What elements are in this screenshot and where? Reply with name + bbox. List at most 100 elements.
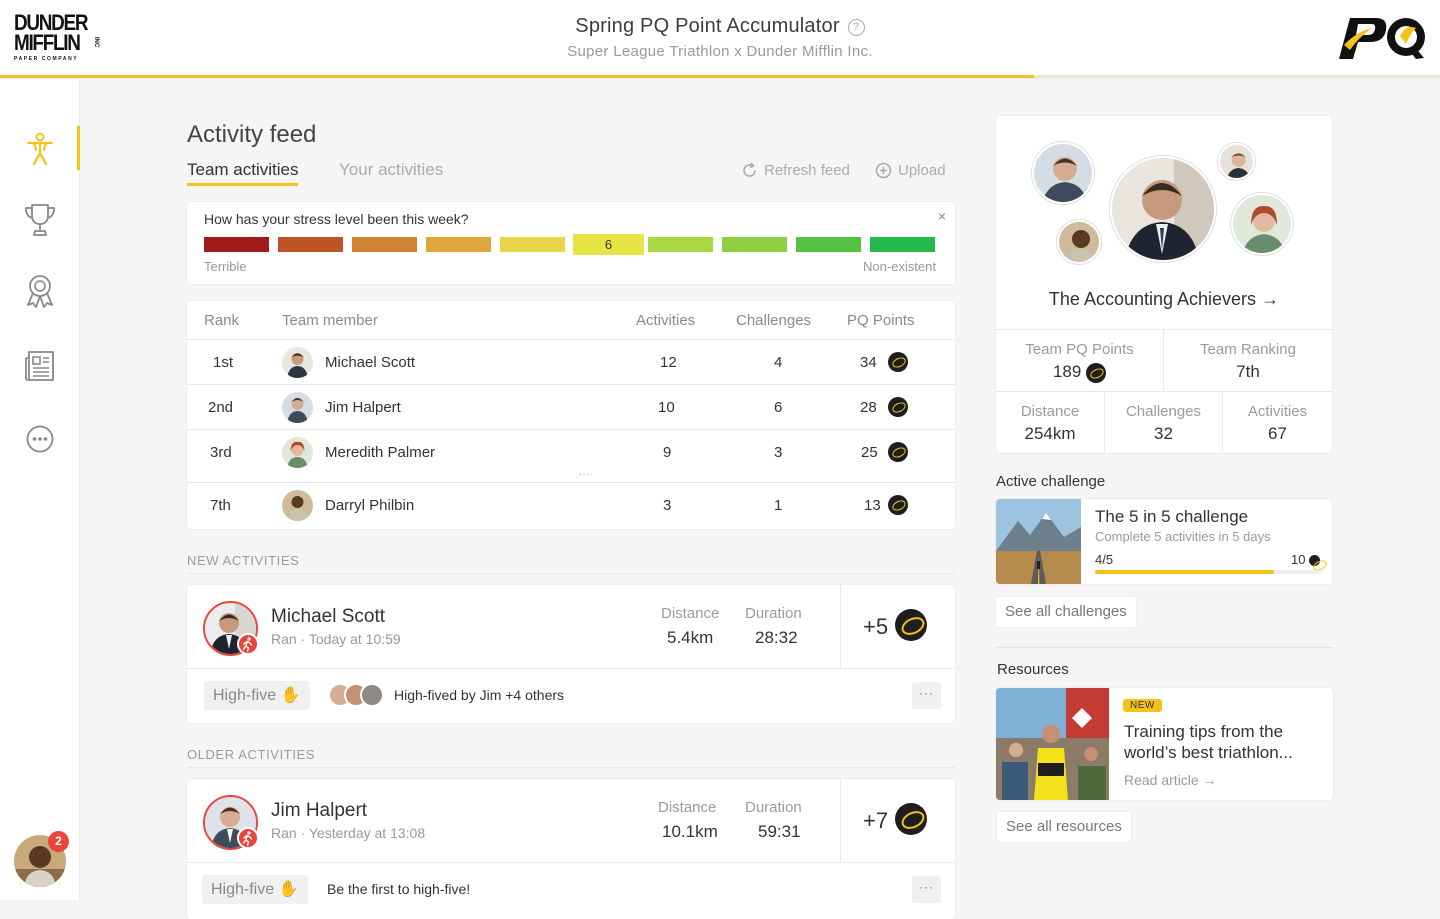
- team-member-avatar[interactable]: [1218, 143, 1255, 180]
- high-five-button[interactable]: High-five ✋: [204, 681, 310, 710]
- stress-option-2[interactable]: [278, 237, 343, 252]
- header-activities: Activities: [636, 312, 696, 329]
- challenge-card[interactable]: The 5 in 5 challenge Complete 5 activiti…: [996, 499, 1332, 584]
- table-row[interactable]: 7th Darryl Philbin 3 1 13: [187, 482, 955, 527]
- team-pq-points: Team PQ Points 189: [996, 329, 1164, 391]
- activities-count: 10: [658, 399, 675, 416]
- hand-icon: ✋: [278, 881, 299, 898]
- table-row[interactable]: 3rd Meredith Palmer 9 3 25: [187, 429, 955, 474]
- tab-team-activities[interactable]: Team activities: [187, 160, 299, 186]
- challenge-description: Complete 5 activities in 5 days: [1095, 529, 1271, 544]
- app-header: DUNDER MIFFLIN INC PAPER COMPANY Spring …: [0, 0, 1440, 79]
- stress-scale: 6: [204, 234, 937, 256]
- sidebar-item-more[interactable]: [0, 416, 80, 462]
- stress-option-1[interactable]: [204, 237, 269, 252]
- header-challenges: Challenges: [736, 312, 812, 329]
- running-icon: [237, 633, 259, 655]
- activity-user-name[interactable]: Jim Halpert: [271, 800, 367, 822]
- team-leaderboard: Rank Team member Activities Challenges P…: [187, 301, 955, 529]
- member-name: Jim Halpert: [325, 399, 401, 416]
- challenges-count: 3: [774, 444, 783, 461]
- header-progress-fill: [0, 75, 1034, 78]
- sidebar-item-awards[interactable]: [0, 268, 80, 314]
- activities-count: 12: [660, 354, 677, 371]
- high-five-avatars[interactable]: [327, 682, 387, 708]
- upload-button[interactable]: Upload: [875, 162, 946, 179]
- see-all-resources-button[interactable]: See all resources: [997, 812, 1131, 842]
- member-name: Meredith Palmer: [325, 444, 436, 461]
- tab-your-activities[interactable]: Your activities: [339, 160, 443, 180]
- stress-option-5[interactable]: [500, 237, 565, 252]
- running-icon: [237, 827, 259, 849]
- divider: [840, 585, 841, 668]
- resource-card[interactable]: NEW Training tips from the world’s best …: [996, 688, 1333, 800]
- plus-circle-icon: [875, 162, 892, 179]
- challenges-count: 6: [774, 399, 783, 416]
- team-leader-avatar[interactable]: [1110, 156, 1216, 262]
- older-activities-label: OLDER ACTIVITIES: [187, 747, 955, 768]
- pq-points: 13: [864, 497, 881, 514]
- pq-points: 25: [861, 444, 878, 461]
- high-five-status: High-fived by Jim +4 others: [394, 687, 565, 703]
- duration-value: 28:32: [755, 628, 798, 647]
- more-options-button[interactable]: ···: [912, 682, 941, 709]
- divider: [840, 779, 841, 862]
- resource-title-line1[interactable]: Training tips from the: [1124, 721, 1324, 742]
- stress-option-3[interactable]: [352, 237, 417, 252]
- trophy-icon: [25, 204, 55, 236]
- see-all-challenges-button[interactable]: See all challenges: [996, 597, 1136, 627]
- person-icon: [26, 132, 54, 166]
- close-icon[interactable]: ×: [938, 208, 946, 224]
- stress-option-8[interactable]: [722, 237, 787, 252]
- activity-user-name[interactable]: Michael Scott: [271, 606, 385, 628]
- table-row[interactable]: 1st Michael Scott 12 4 34: [187, 339, 955, 384]
- table-row[interactable]: 2nd Jim Halpert 10 6 28: [187, 384, 955, 429]
- team-card: The Accounting Achievers → Team PQ Point…: [996, 116, 1332, 453]
- stress-option-9[interactable]: [796, 237, 861, 252]
- team-member-avatar[interactable]: [1057, 220, 1101, 264]
- stress-question: How has your stress level been this week…: [204, 211, 469, 227]
- new-activities-label: NEW ACTIVITIES: [187, 553, 955, 574]
- refresh-feed-button[interactable]: Refresh feed: [741, 162, 850, 179]
- team-distance: Distance 254km: [996, 391, 1105, 453]
- avatar: [282, 392, 313, 423]
- team-name-link[interactable]: The Accounting Achievers →: [996, 289, 1332, 310]
- sidebar-item-activity[interactable]: [0, 126, 80, 172]
- question-circle-icon[interactable]: ?: [847, 19, 865, 36]
- read-article-link[interactable]: Read article →: [1124, 772, 1217, 788]
- challenge-progress-text: 4/5: [1095, 552, 1114, 567]
- rank: 7th: [210, 497, 231, 514]
- pq-brand-logo[interactable]: [1336, 12, 1428, 64]
- more-options-button[interactable]: ···: [912, 876, 941, 903]
- distance-value: 10.1km: [662, 822, 718, 841]
- stress-option-4[interactable]: [426, 237, 491, 252]
- stress-high-label: Non-existent: [863, 259, 936, 274]
- sidebar-item-trophy[interactable]: [0, 197, 80, 243]
- activity-card[interactable]: Michael Scott Ran · Today at 10:59 Dista…: [187, 585, 955, 723]
- pq-coin-icon: [888, 352, 908, 372]
- activity-card[interactable]: Jim Halpert Ran · Yesterday at 13:08 Dis…: [187, 779, 955, 919]
- stress-option-6[interactable]: 6: [573, 234, 644, 255]
- pq-coin-icon: [1086, 362, 1107, 383]
- sidebar-item-news[interactable]: [0, 343, 80, 389]
- stress-option-10[interactable]: [870, 237, 935, 252]
- activity-points: +5: [863, 614, 889, 639]
- team-member-avatar[interactable]: [1032, 142, 1094, 204]
- activities-count: 3: [663, 497, 672, 514]
- active-challenge-label: Active challenge: [996, 473, 1106, 490]
- newspaper-icon: [25, 351, 54, 381]
- activity-meta: Ran · Today at 10:59: [271, 631, 401, 647]
- rank: 1st: [213, 354, 234, 371]
- challenge-image: [996, 499, 1081, 584]
- rank: 2nd: [208, 399, 234, 416]
- page-subtitle: Super League Triathlon x Dunder Mifflin …: [567, 43, 873, 60]
- pq-coin-icon: [888, 442, 908, 462]
- stress-option-7[interactable]: [648, 237, 713, 252]
- header-team-member: Team member: [282, 312, 378, 329]
- notification-badge[interactable]: 2: [48, 831, 69, 852]
- team-member-avatar[interactable]: [1231, 193, 1293, 255]
- resource-image: [996, 688, 1109, 800]
- distance-value: 5.4km: [667, 628, 714, 647]
- resource-title-line2[interactable]: world’s best triathlon...: [1124, 742, 1324, 763]
- pq-coin-icon: [895, 803, 927, 835]
